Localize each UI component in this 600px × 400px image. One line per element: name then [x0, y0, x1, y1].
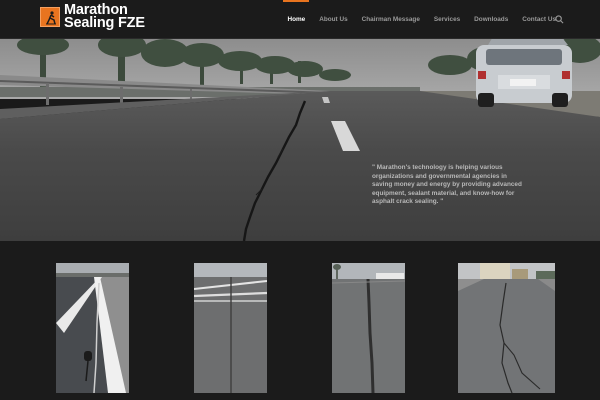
hero-road-photo [0, 39, 600, 241]
hero-quote: " Marathon's technology is helping vario… [372, 164, 522, 206]
nav-chairman-message-label: Chairman Message [361, 16, 420, 23]
nav-home[interactable]: Home [283, 0, 309, 39]
nav-downloads-label: Downloads [474, 16, 509, 23]
nav-home-label: Home [287, 16, 306, 23]
gallery-item[interactable] [56, 263, 129, 393]
gallery-item[interactable] [194, 263, 267, 393]
site-header: Marathon Sealing FZE Home About Us Chair… [0, 0, 600, 39]
logo-line-2: Sealing FZE [64, 15, 145, 31]
highway-edge-line-photo [56, 263, 129, 393]
search-icon[interactable] [555, 15, 564, 24]
nav-contact-us-label: Contact Us [522, 16, 556, 23]
sealed-crack-road-photo [332, 263, 405, 393]
main-nav: Home About Us Chairman Message Services … [273, 0, 556, 39]
runway-joint-photo [194, 263, 267, 393]
nav-chairman-message[interactable]: Chairman Message [362, 0, 420, 39]
hero-banner: " Marathon's technology is helping vario… [0, 39, 600, 241]
nav-about-us-label: About Us [319, 16, 348, 23]
nav-services-label: Services [433, 16, 461, 23]
photo-gallery [0, 241, 600, 400]
gallery-item[interactable] [332, 263, 405, 393]
site-logo[interactable]: Marathon Sealing FZE [40, 3, 145, 31]
street-crack-photo [458, 263, 555, 393]
worker-sign-icon [40, 7, 60, 27]
nav-contact-us[interactable]: Contact Us [522, 0, 556, 39]
nav-about-us[interactable]: About Us [319, 0, 347, 39]
nav-downloads[interactable]: Downloads [474, 0, 508, 39]
nav-services[interactable]: Services [434, 0, 460, 39]
gallery-item[interactable] [458, 263, 555, 393]
